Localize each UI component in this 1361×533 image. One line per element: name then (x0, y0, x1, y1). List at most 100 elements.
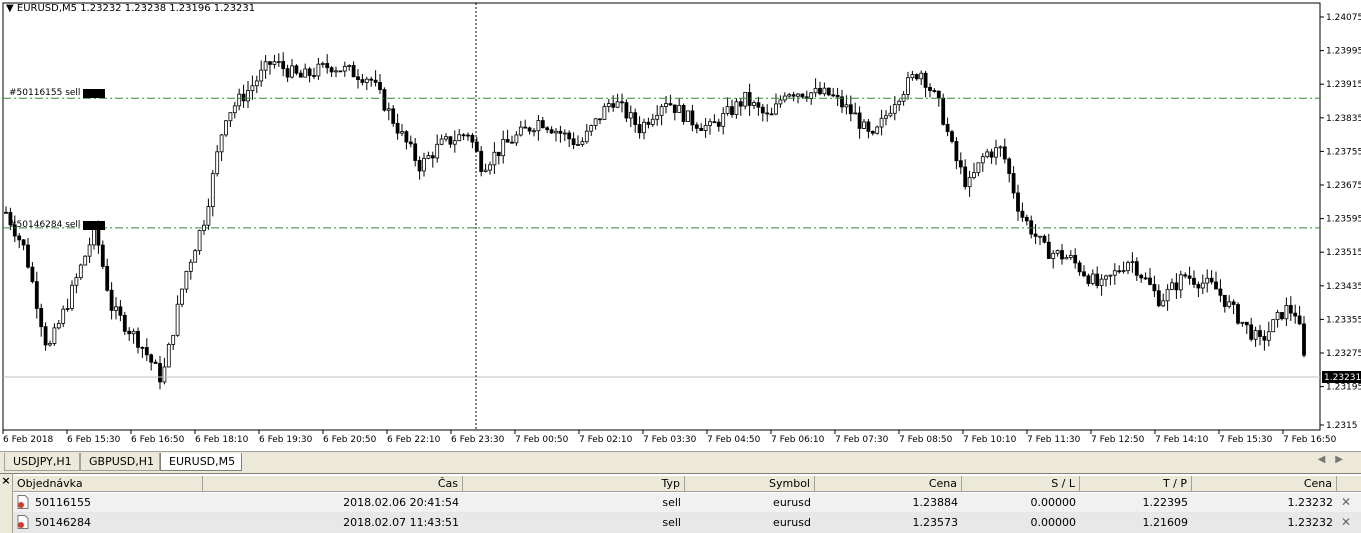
candle-body (980, 156, 985, 164)
candle-body (888, 112, 893, 117)
chart-menu-triangle-icon[interactable]: ▼ (6, 3, 14, 14)
candle-body (285, 68, 290, 78)
order-label-2[interactable]: #50146284 sell (9, 220, 106, 230)
candle-body (1227, 301, 1232, 307)
candle-body (875, 126, 880, 134)
candle-body (950, 131, 954, 142)
time-axis-label: 6 Feb 22:10 (387, 435, 441, 445)
col-header-order[interactable]: Objednávka (13, 476, 203, 492)
candle-body (457, 134, 462, 142)
candle-body (1099, 278, 1104, 286)
candle-body (479, 150, 484, 172)
terminal-close-icon[interactable]: × (0, 474, 13, 533)
time-axis-label: 7 Feb 15:30 (1219, 435, 1273, 445)
candle-body (87, 244, 92, 257)
candle-body (391, 108, 396, 124)
candle-body (932, 90, 937, 92)
tab-eurusd-m5[interactable]: EURUSD,M5 (160, 453, 242, 471)
candle-body (1218, 288, 1223, 296)
candle-body (809, 92, 814, 99)
plot-frame (2, 2, 1321, 431)
candle-body (1130, 261, 1135, 264)
col-header-sl[interactable]: S / L (962, 476, 1080, 492)
candle-body (989, 151, 994, 158)
col-header-current-price[interactable]: Cena (1192, 476, 1337, 492)
candle-body (1060, 250, 1064, 260)
table-row[interactable]: 50146284 2018.02.07 11:43:51 sell eurusd… (13, 513, 1361, 533)
time-axis-label: 6 Feb 20:50 (323, 435, 377, 445)
col-header-symbol[interactable]: Symbol (685, 476, 815, 492)
candle-body (369, 78, 374, 81)
col-header-type[interactable]: Typ (463, 476, 685, 492)
price-axis-label: 1.24075 (1326, 13, 1361, 23)
candle-body (1046, 241, 1051, 259)
close-order-icon[interactable]: ✕ (1341, 493, 1351, 512)
tab-usdjpy-h1[interactable]: USDJPY,H1 (4, 453, 80, 471)
candle-body (109, 289, 114, 311)
price-axis-label: 1.23755 (1326, 147, 1361, 157)
candle-body (1139, 274, 1144, 279)
order-marker-box (83, 88, 106, 98)
candle-body (598, 118, 602, 121)
candle-body (34, 281, 39, 309)
candle-body (545, 127, 550, 131)
candle-body (422, 157, 426, 172)
candle-body (188, 261, 193, 272)
candle-body (329, 67, 334, 73)
candle-body (74, 277, 79, 286)
time-axis-label: 7 Feb 14:10 (1155, 435, 1209, 445)
candle-body (703, 125, 708, 131)
candle-body (844, 104, 849, 108)
candle-body (1038, 235, 1042, 238)
candle-body (580, 141, 585, 145)
candle-body (1077, 262, 1082, 273)
price-axis-label: 1.23675 (1326, 181, 1361, 191)
candle-body (122, 314, 127, 332)
candle-body (21, 239, 26, 246)
price-chart[interactable]: 1.24075 1.23995 1.23915 1.23835 1.23755 1.236… (0, 0, 1361, 450)
candle-body (910, 74, 915, 79)
price-axis-label: 1.23595 (1326, 215, 1361, 225)
candle-body (1280, 312, 1284, 320)
candle-body (650, 118, 655, 125)
chart-canvas[interactable]: 1.24075 1.23995 1.23915 1.23835 1.23755 1.236… (0, 0, 1361, 450)
candle-body (294, 65, 299, 74)
col-header-price[interactable]: Cena (815, 476, 962, 492)
candle-body (210, 173, 215, 207)
candle-body (523, 126, 528, 129)
candle-body (769, 113, 774, 116)
candle-body (642, 121, 646, 134)
cell-type: sell (662, 516, 681, 529)
price-axis-label: 1.23275 (1326, 349, 1361, 359)
close-order-icon[interactable]: ✕ (1341, 513, 1351, 532)
scroll-left-icon[interactable]: ◀ (1318, 454, 1336, 465)
candle-body (241, 93, 246, 102)
candle-body (633, 112, 638, 125)
col-header-tp[interactable]: T / P (1080, 476, 1192, 492)
candle-body (1222, 294, 1227, 307)
candle-body (492, 151, 497, 166)
candle-body (628, 112, 633, 119)
scroll-right-icon[interactable]: ▶ (1335, 454, 1353, 465)
cell-tp: 1.21609 (1142, 516, 1189, 529)
candle-body (193, 250, 198, 263)
candle-body (105, 266, 110, 291)
cell-symbol: eurusd (773, 516, 811, 529)
table-row[interactable]: 50116155 2018.02.06 20:41:54 sell eurusd… (13, 493, 1361, 513)
current-price-label: 1.23231 (1324, 373, 1361, 383)
time-axis-label: 7 Feb 07:30 (835, 435, 889, 445)
candle-body (928, 86, 932, 91)
tab-scroll-arrows: ◀▶ (1318, 454, 1353, 465)
candle-body (114, 306, 118, 311)
candle-body (298, 72, 303, 78)
candle-body (215, 151, 220, 175)
tab-gbpusd-h1[interactable]: GBPUSD,H1 (80, 453, 160, 471)
candle-body (738, 101, 743, 107)
col-header-time[interactable]: Čas (203, 476, 463, 492)
candle-body (919, 72, 924, 80)
candle-body (954, 141, 959, 162)
order-label-1[interactable]: #50116155 sell (9, 88, 106, 98)
time-axis-label: 7 Feb 11:30 (1027, 435, 1081, 445)
candle-body (655, 114, 660, 120)
cell-price: 1.23884 (912, 496, 959, 509)
